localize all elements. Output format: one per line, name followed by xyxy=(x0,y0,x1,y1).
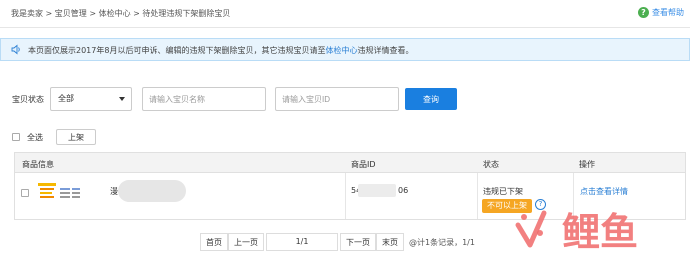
redacted-product-name xyxy=(118,180,186,202)
filter-bar: 宝贝状态 全部 查询 xyxy=(0,84,690,114)
product-name-prefix: 漫 xyxy=(110,187,118,196)
query-button[interactable]: 查询 xyxy=(405,88,457,110)
page-indicator[interactable]: 1/1 xyxy=(266,233,338,251)
speaker-icon xyxy=(11,44,20,55)
brand-watermark-logo: 鲤鱼 xyxy=(515,210,638,253)
status-select[interactable]: 全部 xyxy=(50,87,132,111)
table-header: 商品信息 商品ID 状态 操作 xyxy=(15,153,685,173)
item-id-input[interactable] xyxy=(275,87,399,111)
breadcrumb-item-check-center[interactable]: 体检中心 xyxy=(99,9,131,18)
help-label: 查看帮助 xyxy=(652,8,684,17)
top-bar: 我是卖家 > 宝贝管理 > 体检中心 > 待处理违规下架删除宝贝 ? 查看帮助 xyxy=(0,0,690,28)
bulk-actions: 全选 上架 xyxy=(12,129,96,145)
notice-bar: 本页面仅展示2017年8月以后可申诉、编辑的违规下架删除宝贝，其它违规宝贝请至体… xyxy=(0,38,690,61)
breadcrumb: 我是卖家 > 宝贝管理 > 体检中心 > 待处理违规下架删除宝贝 xyxy=(11,8,230,19)
next-page-button[interactable]: 下一页 xyxy=(340,233,376,251)
help-link[interactable]: ? 查看帮助 xyxy=(638,7,684,18)
caret-down-icon xyxy=(119,97,125,101)
view-details-link[interactable]: 点击查看详情 xyxy=(580,186,628,197)
shelf-button[interactable]: 上架 xyxy=(56,129,96,145)
column-divider xyxy=(477,173,478,219)
last-page-button[interactable]: 末页 xyxy=(376,233,404,251)
status-label: 宝贝状态 xyxy=(12,95,44,104)
breadcrumb-separator: > xyxy=(133,9,140,18)
breadcrumb-item-item-manage[interactable]: 宝贝管理 xyxy=(55,9,87,18)
status-text: 违规已下架 xyxy=(483,187,523,196)
header-status: 状态 xyxy=(483,160,499,169)
breadcrumb-separator: > xyxy=(89,9,97,18)
notice-check-center-link[interactable]: 体检中心 xyxy=(325,46,357,55)
column-divider xyxy=(345,173,346,219)
help-icon: ? xyxy=(638,7,649,18)
breadcrumb-item-seller[interactable]: 我是卖家 xyxy=(11,9,43,18)
breadcrumb-separator: > xyxy=(45,9,53,18)
redacted-product-id xyxy=(358,184,396,197)
header-product-info: 商品信息 xyxy=(22,160,54,169)
product-thumbnail xyxy=(38,183,80,198)
notice-text-before: 本页面仅展示2017年8月以后可申诉、编辑的违规下架删除宝贝，其它违规宝贝请至 xyxy=(28,46,326,55)
notice-text-after: 违规详情查看。 xyxy=(357,46,414,55)
first-page-button[interactable]: 首页 xyxy=(200,233,228,251)
notice-text: 本页面仅展示2017年8月以后可申诉、编辑的违规下架删除宝贝，其它违规宝贝请至体… xyxy=(28,45,413,56)
item-name-input[interactable] xyxy=(142,87,266,111)
row-checkbox[interactable] xyxy=(21,189,29,197)
select-all-checkbox[interactable] xyxy=(12,133,20,141)
header-product-id: 商品ID xyxy=(351,160,376,169)
status-select-value: 全部 xyxy=(58,94,74,103)
header-action: 操作 xyxy=(579,160,595,169)
product-id-suffix: 06 xyxy=(398,186,409,195)
breadcrumb-item-current: 待处理违规下架删除宝贝 xyxy=(142,9,231,18)
pagination: 首页 上一页 1/1 下一页 末页 @计1条记录，1/1 xyxy=(200,233,475,251)
prev-page-button[interactable]: 上一页 xyxy=(228,233,264,251)
brand-watermark-text: 鲤鱼 xyxy=(562,210,638,253)
select-all-label[interactable]: 全选 xyxy=(27,132,43,143)
record-count: @计1条记录，1/1 xyxy=(409,237,475,247)
